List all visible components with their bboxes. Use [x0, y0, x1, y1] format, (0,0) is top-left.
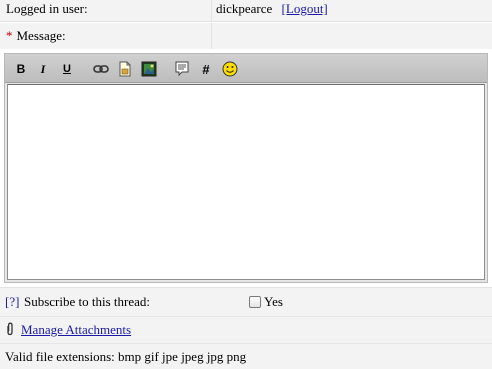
subscribe-checkbox[interactable] [249, 296, 261, 308]
column-divider [211, 0, 212, 21]
help-link[interactable]: [?] [5, 294, 19, 310]
italic-icon[interactable]: I [34, 60, 52, 78]
hash-icon[interactable]: # [197, 60, 215, 78]
editor-toolbar: B I U # [5, 54, 487, 83]
message-row: * Message: [0, 23, 492, 49]
subscribe-label: Subscribe to this thread: [24, 294, 151, 309]
logged-in-user-value: dickpearce [Logout] [216, 1, 328, 17]
message-label-text: Message: [16, 28, 66, 43]
attachments-row: Manage Attachments [0, 316, 492, 343]
image-icon[interactable] [140, 60, 158, 78]
subscribe-yes-label[interactable]: Yes [264, 294, 283, 310]
underline-icon[interactable]: U [58, 60, 76, 78]
logged-in-user-row: Logged in user: dickpearce [Logout] [0, 0, 492, 22]
message-label: * Message: [6, 28, 66, 44]
quote-icon[interactable] [173, 60, 191, 78]
file-extensions-row: Valid file extensions: bmp gif jpe jpeg … [0, 343, 492, 369]
bold-icon[interactable]: B [12, 60, 30, 78]
link-icon[interactable] [92, 60, 110, 78]
manage-attachments-link[interactable]: Manage Attachments [21, 322, 131, 338]
message-textarea[interactable] [7, 84, 485, 280]
paperclip-icon [7, 322, 13, 336]
message-editor: B I U # [4, 53, 488, 283]
subscribe-row: [?] Subscribe to this thread: Yes [0, 287, 492, 316]
username: dickpearce [216, 1, 273, 16]
smiley-icon[interactable] [221, 60, 239, 78]
document-icon[interactable] [116, 60, 134, 78]
file-extensions-label: Valid file extensions: bmp gif jpe jpeg … [5, 349, 247, 364]
required-marker: * [6, 28, 13, 43]
column-divider [211, 23, 212, 49]
logout-link[interactable]: [Logout] [282, 1, 328, 16]
logged-in-user-label: Logged in user: [6, 1, 88, 16]
